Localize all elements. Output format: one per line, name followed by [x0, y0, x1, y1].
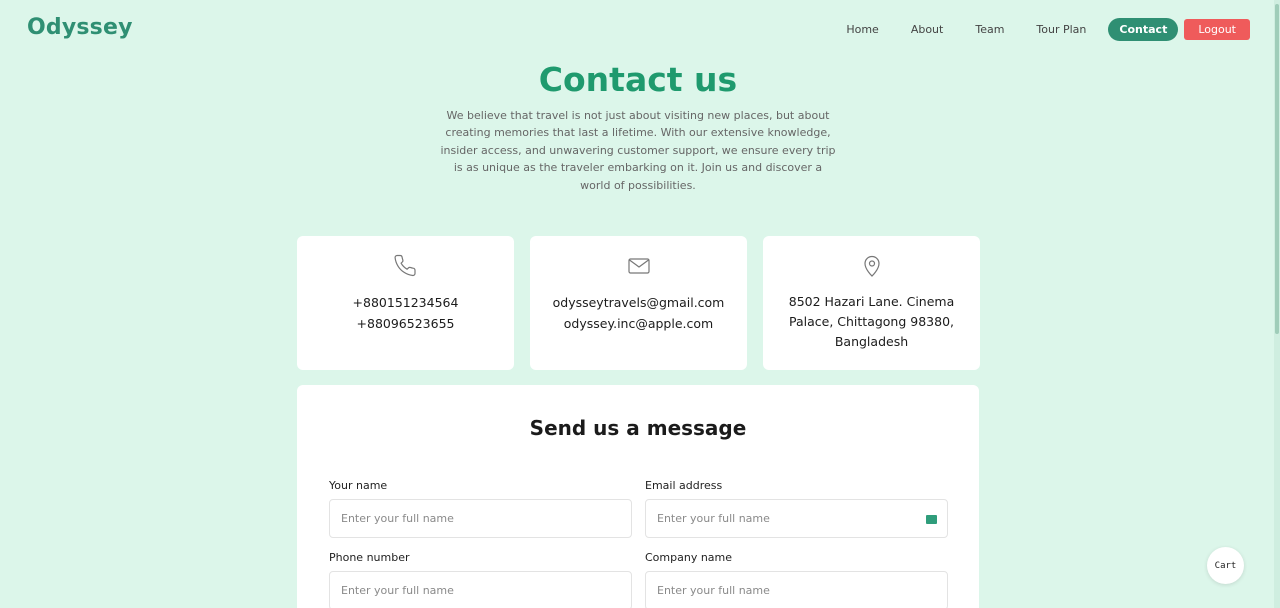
- address-card: 8502 Hazari Lane. Cinema Palace, Chittag…: [763, 236, 980, 370]
- phone-number-1[interactable]: +880151234564: [353, 292, 459, 313]
- scrollbar-thumb[interactable]: [1275, 4, 1279, 334]
- phone-number-2[interactable]: +88096523655: [357, 313, 455, 334]
- phone-card: +880151234564 +88096523655: [297, 236, 514, 370]
- email-card: odysseytravels@gmail.com odyssey.inc@app…: [530, 236, 747, 370]
- company-input-wrapper: [645, 571, 948, 608]
- email-address-2[interactable]: odyssey.inc@apple.com: [564, 313, 713, 334]
- message-form: Send us a message Your name Email addres…: [297, 385, 979, 608]
- name-input[interactable]: [330, 500, 631, 537]
- company-label: Company name: [645, 551, 733, 564]
- nav-tour-plan[interactable]: Tour Plan: [1036, 23, 1086, 36]
- email-address-1[interactable]: odysseytravels@gmail.com: [553, 292, 725, 313]
- page-scrollbar[interactable]: [1274, 0, 1280, 608]
- top-nav: Home About Team Tour Plan Contact Logout: [846, 18, 1250, 41]
- contact-cards: +880151234564 +88096523655 odysseytravel…: [297, 236, 980, 370]
- form-title: Send us a message: [529, 416, 747, 440]
- brand-logo[interactable]: Odyssey: [27, 15, 133, 40]
- mail-icon: [627, 258, 650, 274]
- phone-input-wrapper: [329, 571, 632, 608]
- name-input-wrapper: [329, 499, 632, 538]
- cart-button[interactable]: Cart: [1207, 547, 1244, 584]
- logout-button[interactable]: Logout: [1184, 19, 1250, 40]
- nav-contact-button[interactable]: Contact: [1108, 18, 1179, 41]
- email-field-group: Email address: [645, 479, 948, 538]
- address-text: 8502 Hazari Lane. Cinema Palace, Chittag…: [788, 294, 955, 349]
- autofill-card-icon[interactable]: [926, 515, 937, 524]
- phone-input[interactable]: [330, 572, 631, 608]
- phone-field-group: Phone number: [329, 551, 632, 608]
- phone-icon: [394, 254, 416, 277]
- nav-team[interactable]: Team: [975, 23, 1004, 36]
- location-pin-icon: [863, 255, 880, 277]
- email-input-wrapper: [645, 499, 948, 538]
- company-input[interactable]: [646, 572, 947, 608]
- nav-home[interactable]: Home: [846, 23, 878, 36]
- company-field-group: Company name: [645, 551, 948, 608]
- phone-label: Phone number: [329, 551, 410, 564]
- email-input[interactable]: [646, 500, 947, 537]
- page-title: Contact us: [538, 60, 738, 99]
- name-label: Your name: [329, 479, 388, 492]
- email-label: Email address: [645, 479, 723, 492]
- intro-paragraph: We believe that travel is not just about…: [440, 109, 836, 192]
- name-field-group: Your name: [329, 479, 632, 538]
- nav-about[interactable]: About: [911, 23, 944, 36]
